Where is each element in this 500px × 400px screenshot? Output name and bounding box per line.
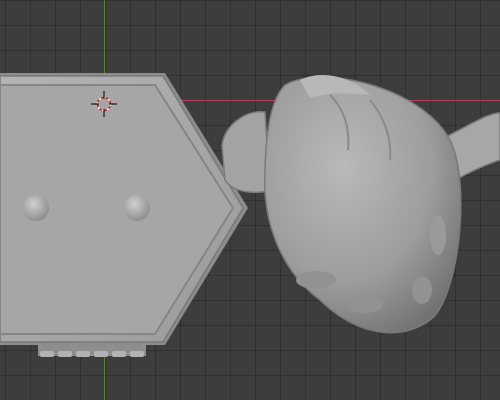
stud-right[interactable] xyxy=(124,195,150,221)
character[interactable] xyxy=(221,75,500,334)
scene-canvas[interactable] xyxy=(0,0,500,400)
stud-left[interactable] xyxy=(23,195,49,221)
3d-viewport[interactable] xyxy=(0,0,500,400)
3d-cursor-icon[interactable] xyxy=(91,91,117,117)
character-arm-left xyxy=(221,111,271,193)
